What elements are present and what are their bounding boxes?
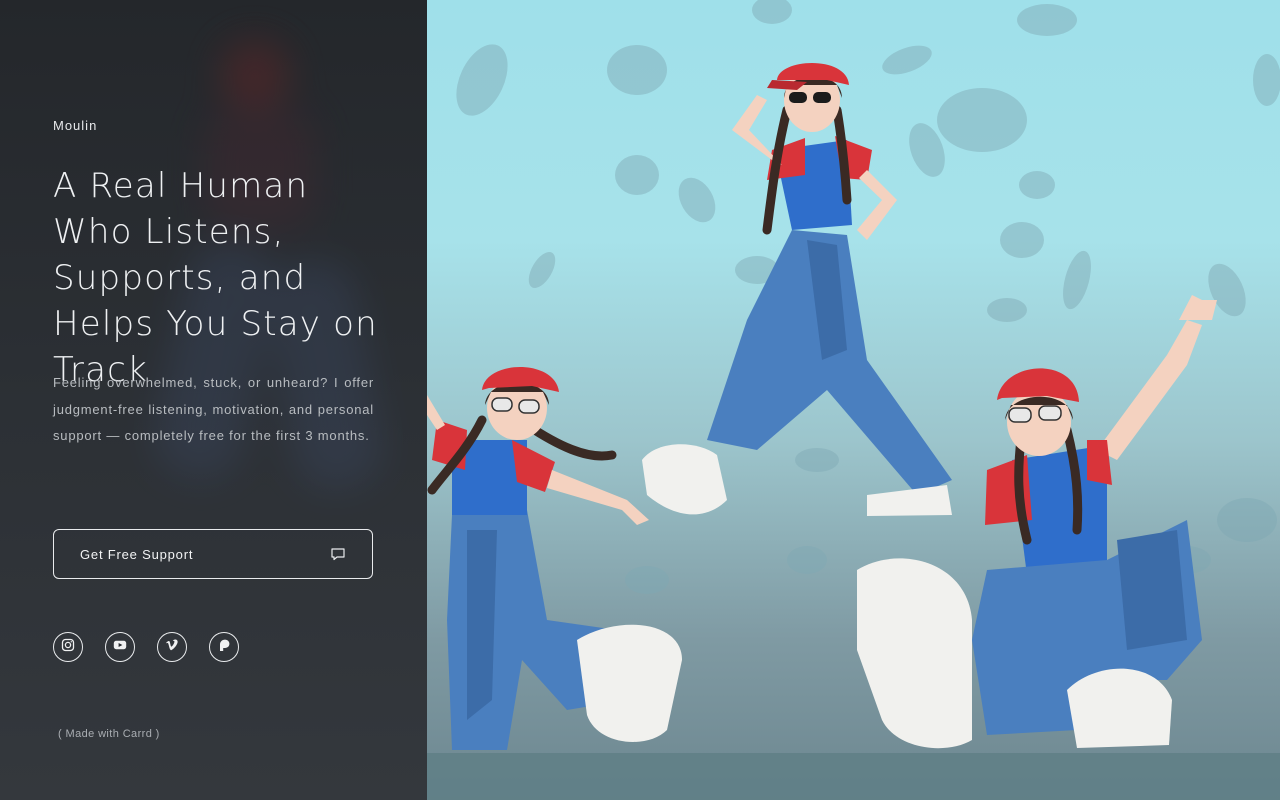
get-free-support-button[interactable]: Get Free Support [53,529,373,579]
youtube-icon [113,638,127,657]
patreon-link[interactable] [209,632,239,662]
instagram-link[interactable] [53,632,83,662]
hero-illustration [427,0,1280,800]
girl-center [642,62,952,516]
three-girls-illustration [427,0,1280,750]
bottom-strip [427,753,1280,800]
cta-label: Get Free Support [80,546,194,562]
youtube-link[interactable] [105,632,135,662]
intro-panel: Moulin A Real Human Who Listens, Support… [0,0,427,800]
floating-leaves [456,0,1280,594]
site-brand: Moulin [53,118,98,133]
social-links [53,632,239,662]
patreon-icon [217,638,231,657]
made-with-carrd-link[interactable]: ( Made with Carrd ) [58,728,160,740]
page-title: A Real Human Who Listens, Supports, and … [53,166,378,390]
girl-left [427,367,682,750]
vimeo-icon [165,638,179,657]
girl-right [857,295,1217,749]
instagram-icon [61,638,75,657]
chat-bubble-icon [330,546,346,562]
intro-paragraph: Feeling overwhelmed, stuck, or unheard? … [53,375,374,443]
vimeo-link[interactable] [157,632,187,662]
